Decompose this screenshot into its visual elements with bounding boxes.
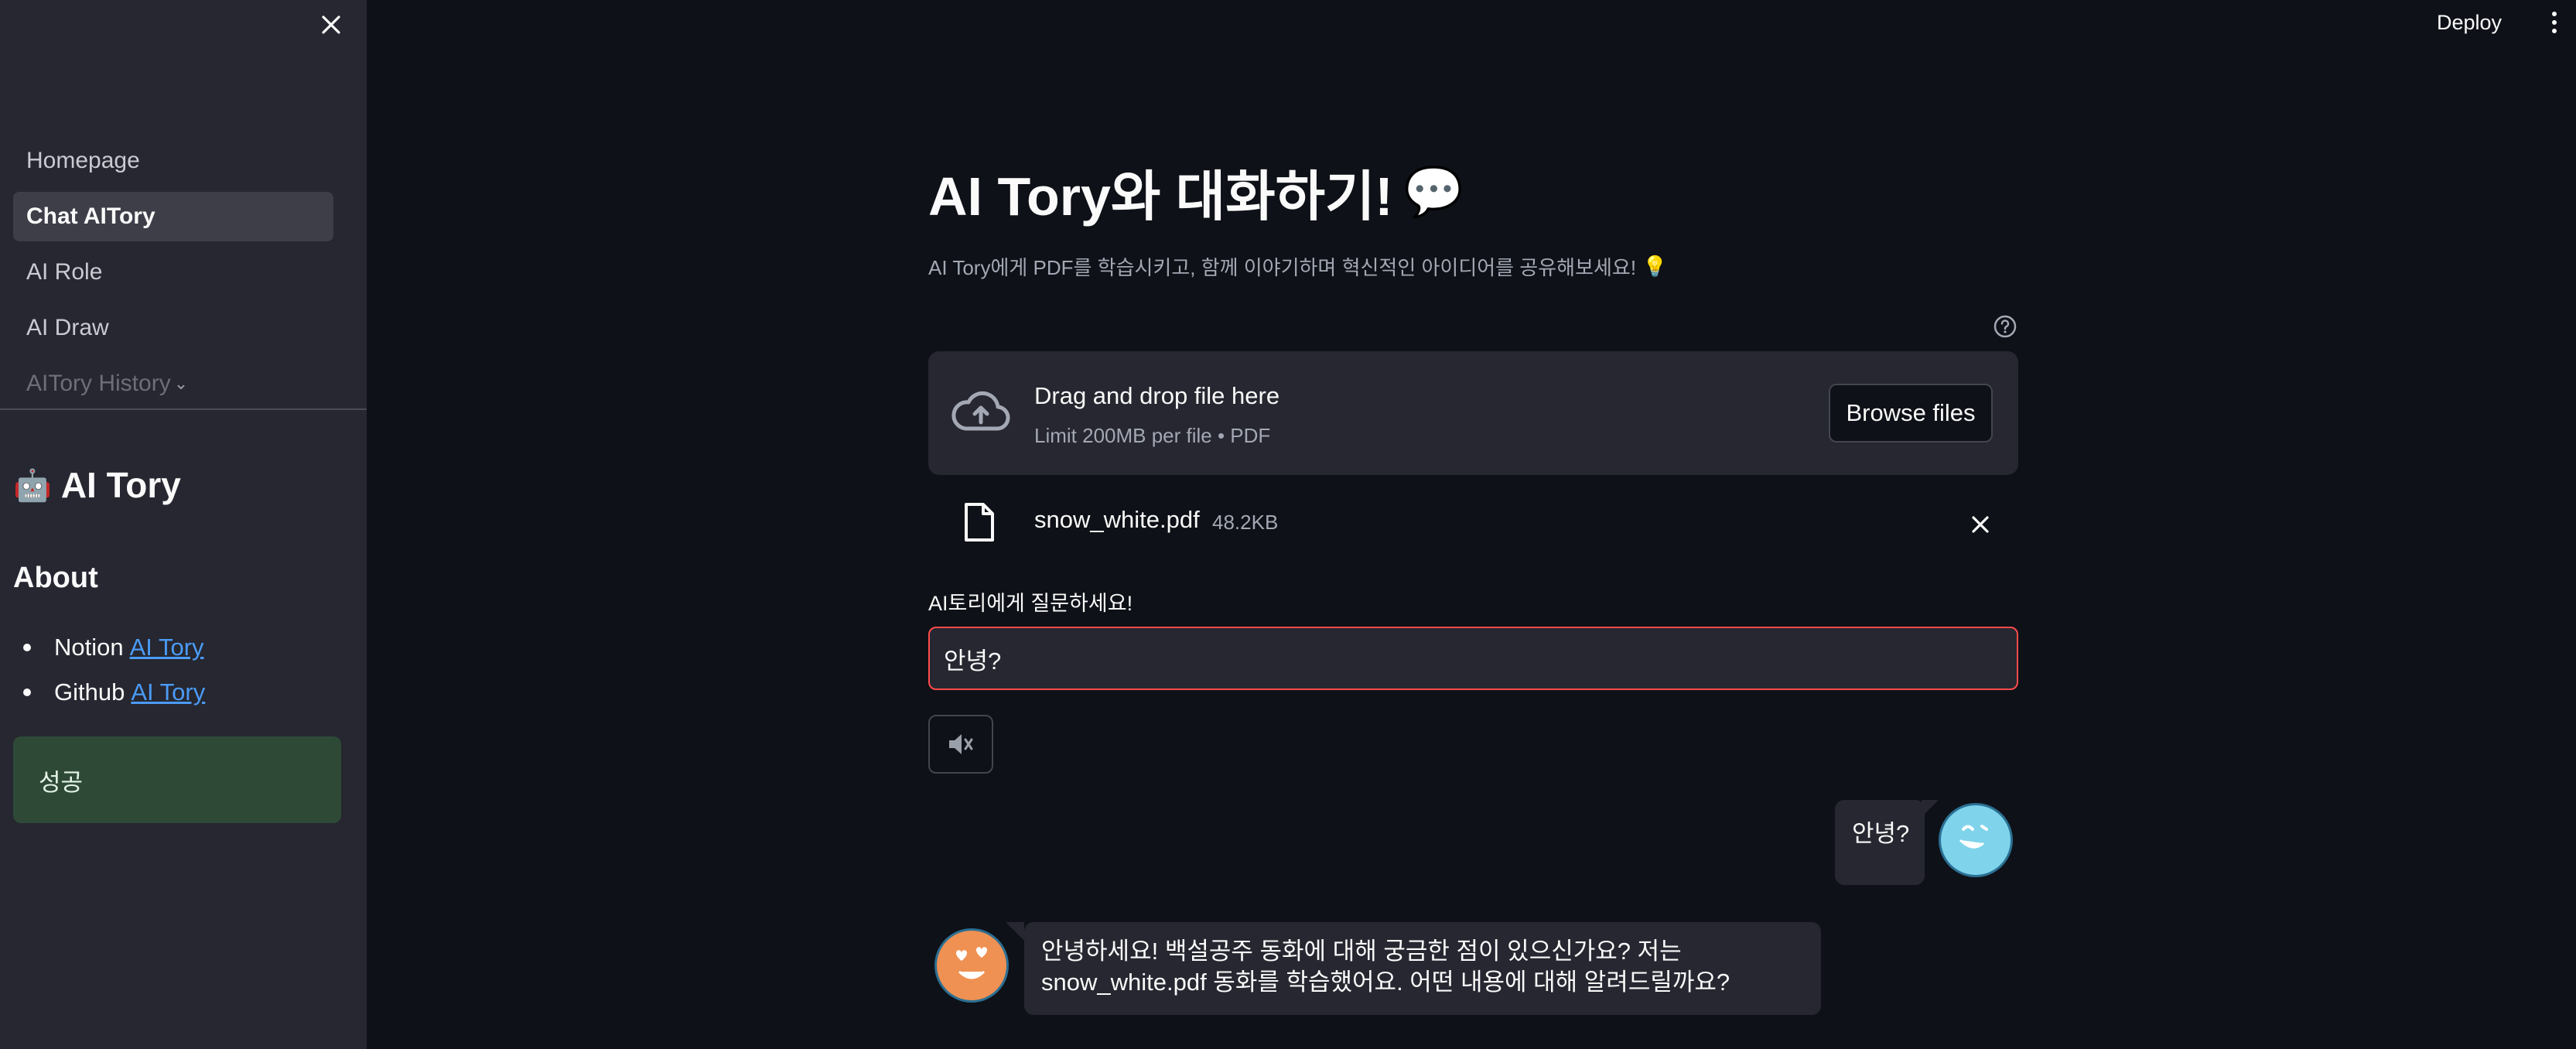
brand-title: AI Tory: [60, 465, 181, 505]
bubble-tail: [1922, 800, 1939, 817]
file-icon: [965, 503, 994, 542]
close-icon: [1972, 516, 1989, 533]
speaker-button[interactable]: [928, 715, 993, 774]
sidebar-item-label: AITory History: [26, 371, 171, 396]
assistant-avatar: [934, 928, 1009, 1003]
page-subtitle-text: AI Tory에게 PDF를 학습시키고, 함께 이야기하며 혁신적인 아이디어…: [928, 256, 1637, 279]
sidebar-brand: 🤖 AI Tory: [13, 464, 181, 506]
bullet-icon: [23, 644, 31, 651]
assistant-message-line: snow_white.pdf 동화를 학습했어요. 어떤 내용에 대해 알려드릴…: [1041, 969, 1730, 996]
github-link[interactable]: AI Tory: [131, 678, 205, 706]
speech-bubble-icon: 💬: [1403, 166, 1464, 219]
sidebar-item-homepage[interactable]: Homepage: [13, 136, 333, 186]
sidebar-item-label: AI Role: [26, 259, 103, 285]
question-input[interactable]: [928, 627, 2018, 690]
upload-cloud-icon: [951, 391, 1010, 431]
speaker-mute-icon: [949, 734, 973, 754]
browse-files-button[interactable]: Browse files: [1829, 384, 1993, 442]
dropzone-title: Drag and drop file here: [1034, 382, 1280, 409]
kebab-dot: [2552, 20, 2557, 25]
about-link-prefix: Notion: [54, 634, 124, 661]
success-text: 성공: [39, 768, 84, 796]
sidebar-item-label: AI Draw: [26, 315, 109, 340]
sidebar-item-label: Chat AITory: [26, 203, 155, 229]
deploy-button[interactable]: Deploy: [2437, 6, 2502, 39]
assistant-message-bubble: 안녕하세요! 백설공주 동화에 대해 궁금한 점이 있으신가요? 저는 snow…: [1024, 922, 1821, 1015]
sidebar-item-ai-draw[interactable]: AI Draw: [13, 303, 333, 353]
about-list: Notion AI Tory Github AI Tory: [13, 625, 205, 715]
bubble-tail: [1006, 922, 1024, 941]
page-title-text: AI Tory와 대화하기!: [928, 166, 1393, 227]
user-avatar: [1939, 803, 2013, 877]
about-link-prefix: Github: [54, 678, 125, 706]
close-sidebar-button[interactable]: [316, 9, 347, 40]
uploaded-file-row: snow_white.pdf 48.2KB: [928, 495, 2018, 549]
sidebar-nav: Homepage Chat AITory AI Role AI Draw AIT…: [13, 136, 333, 415]
list-item: Notion AI Tory: [13, 625, 205, 670]
chevron-down-icon[interactable]: ⌄: [174, 374, 188, 394]
app-root: Homepage Chat AITory AI Role AI Draw AIT…: [0, 0, 2576, 1049]
file-name: snow_white.pdf: [1034, 506, 1200, 533]
help-icon[interactable]: [1993, 314, 2017, 339]
kebab-dot: [2552, 12, 2557, 16]
file-uploader-dropzone[interactable]: Drag and drop file here Limit 200MB per …: [928, 351, 2018, 475]
file-size: 48.2KB: [1212, 511, 1279, 534]
sidebar-item-label: Homepage: [26, 148, 140, 173]
kebab-dot: [2552, 29, 2557, 33]
page-subtitle: AI Tory에게 PDF를 학습시키고, 함께 이야기하며 혁신적인 아이디어…: [928, 252, 1667, 281]
assistant-message-line: 안녕하세요! 백설공주 동화에 대해 궁금한 점이 있으신가요? 저는: [1041, 938, 1682, 965]
notion-link[interactable]: AI Tory: [130, 634, 204, 661]
bullet-icon: [23, 689, 31, 696]
robot-icon: 🤖: [13, 468, 52, 503]
user-message-text: 안녕?: [1852, 820, 1910, 847]
sidebar-divider: [0, 408, 367, 410]
close-icon: [322, 15, 340, 34]
page-title: AI Tory와 대화하기! 💬: [928, 153, 1464, 231]
sidebar-item-ai-role[interactable]: AI Role: [13, 248, 333, 297]
dropzone-limit: Limit 200MB per file • PDF: [1034, 424, 1271, 447]
lightbulb-icon: 💡: [1642, 255, 1668, 278]
question-label: AI토리에게 질문하세요!: [928, 592, 1133, 615]
sidebar: Homepage Chat AITory AI Role AI Draw AIT…: [0, 0, 367, 1049]
sidebar-item-aitory-history[interactable]: AITory History ⌄: [13, 359, 333, 408]
sidebar-item-chat-aitory[interactable]: Chat AITory: [13, 192, 333, 241]
main-content: AI Tory와 대화하기! 💬 AI Tory에게 PDF를 학습시키고, 함…: [928, 0, 2019, 1049]
list-item: Github AI Tory: [13, 670, 205, 715]
main-menu-button[interactable]: [2547, 8, 2562, 37]
about-heading: About: [13, 562, 98, 594]
success-alert: 성공: [13, 736, 341, 823]
remove-file-button[interactable]: [1965, 509, 1996, 540]
user-message-bubble: 안녕?: [1835, 800, 1925, 885]
